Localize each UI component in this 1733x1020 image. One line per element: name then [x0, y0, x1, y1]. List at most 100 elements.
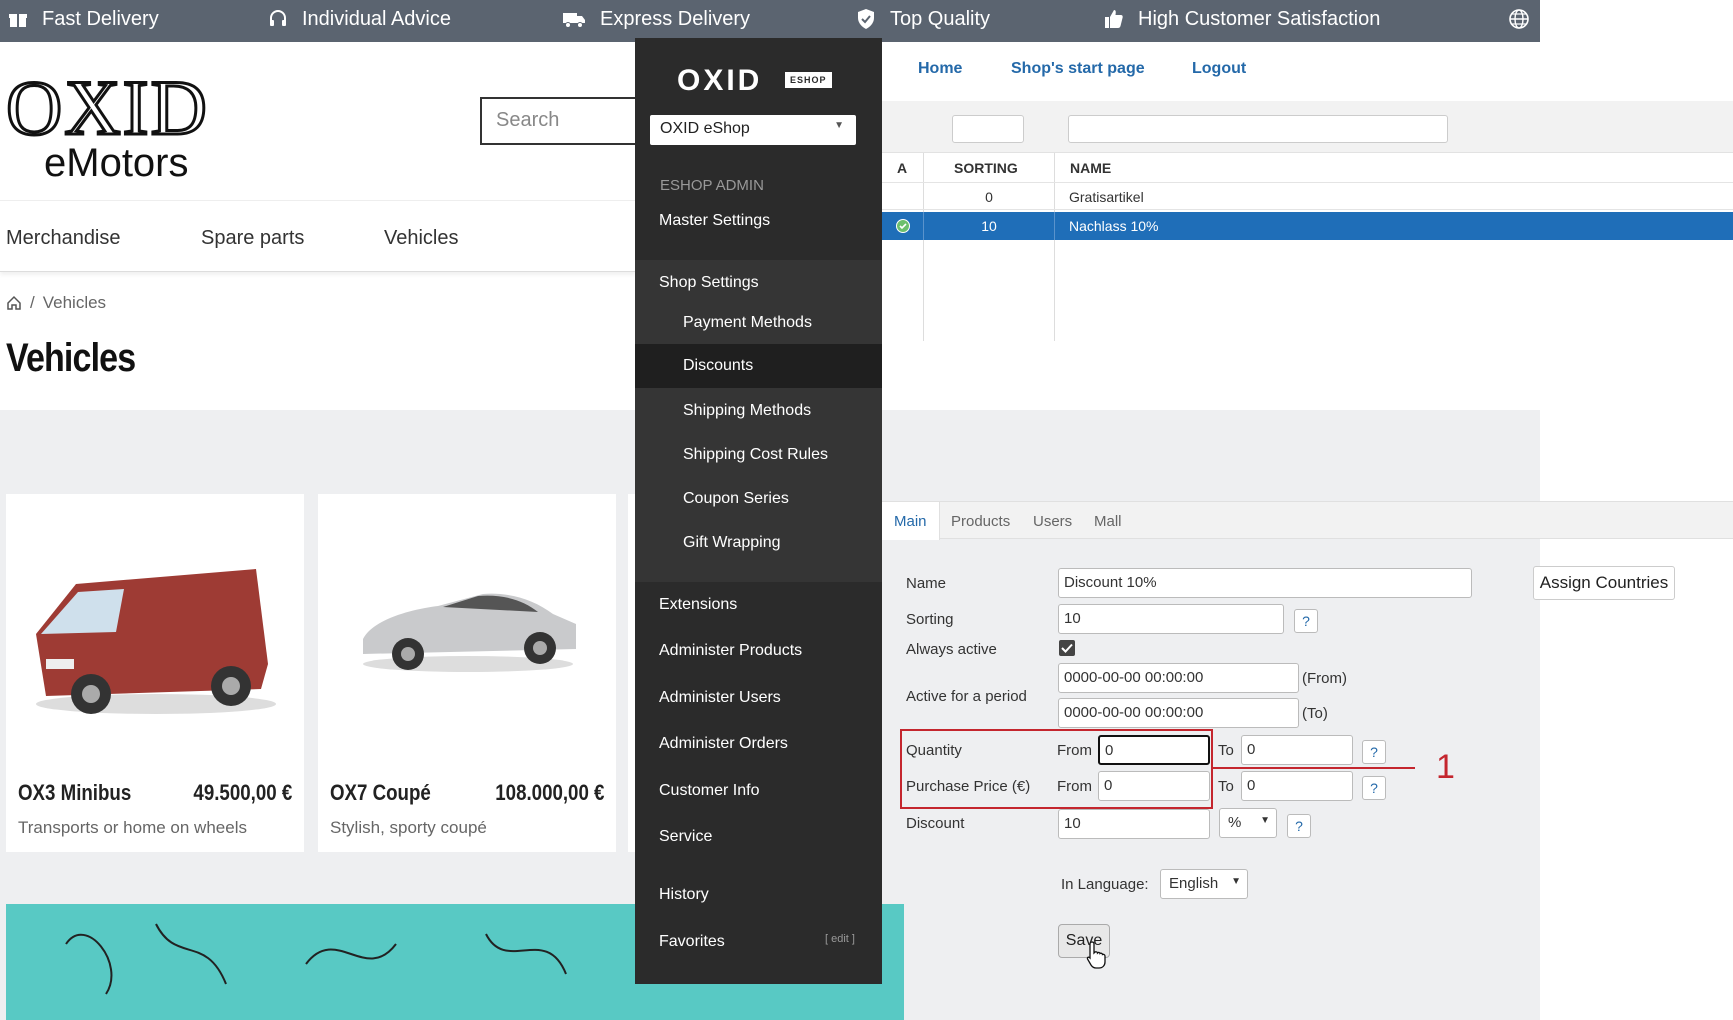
quantity-to-label: To [1218, 742, 1234, 759]
quantity-to-input[interactable]: 0 [1241, 735, 1353, 765]
name-filter-input[interactable] [1068, 115, 1448, 143]
shop-main-nav: Merchandise Spare parts Vehicles [0, 200, 636, 272]
name-input[interactable]: Discount 10% [1058, 568, 1472, 598]
truck-icon [563, 13, 585, 28]
topbar-item-individual-advice: Individual Advice [268, 0, 451, 38]
top-link-logout[interactable]: Logout [1192, 60, 1246, 78]
row-sorting: 10 [981, 218, 997, 234]
period-from-input[interactable]: 0000-00-00 00:00:00 [1058, 663, 1299, 693]
gift-icon [9, 14, 27, 27]
sorting-input[interactable]: 10 [1058, 604, 1284, 634]
home-icon[interactable] [6, 295, 22, 311]
tab-mall[interactable]: Mall [1094, 502, 1122, 540]
breadcrumb-item[interactable]: Vehicles [43, 293, 106, 313]
shop-logo[interactable]: OXID eMotors [5, 63, 266, 186]
row-name[interactable]: Gratisartikel [1069, 183, 1144, 211]
nav-item-merchandise[interactable]: Merchandise [6, 227, 121, 250]
top-link-shop-start-page[interactable]: Shop's start page [1011, 60, 1145, 78]
product-description: Transports or home on wheels [18, 818, 247, 837]
quantity-help-button[interactable]: ? [1362, 740, 1386, 764]
breadcrumb-separator: / [30, 293, 35, 312]
period-to-suffix: (To) [1302, 705, 1328, 722]
product-name[interactable]: OX7 Coupé [330, 780, 431, 806]
chevron-down-icon: ▼ [834, 120, 844, 131]
tab-main[interactable]: Main [882, 502, 940, 540]
column-header-name[interactable]: NAME [1070, 154, 1111, 182]
sidebar-item-administer-orders[interactable]: Administer Orders [635, 721, 882, 767]
assign-countries-button[interactable]: Assign Countries [1533, 566, 1675, 600]
tab-products[interactable]: Products [951, 502, 1010, 540]
hand-pointer-cursor-icon [1086, 941, 1106, 969]
name-label: Name [906, 575, 947, 592]
logo-oxid-text: OXID [6, 64, 209, 151]
product-description: Stylish, sporty coupé [330, 818, 487, 837]
sidebar-item-administer-products[interactable]: Administer Products [635, 628, 882, 674]
product-name[interactable]: OX3 Minibus [18, 780, 131, 806]
top-link-home[interactable]: Home [918, 60, 962, 78]
language-label: In Language: [1061, 876, 1149, 893]
sidebar-item-coupon-series[interactable]: Coupon Series [635, 476, 882, 522]
favorites-edit-link[interactable]: [ edit ] [825, 933, 855, 945]
price-to-input[interactable]: 0 [1241, 771, 1353, 801]
sorting-filter-input[interactable] [952, 115, 1024, 143]
language-select-value: English [1169, 875, 1219, 892]
active-check-icon [896, 212, 910, 240]
period-label: Active for a period [906, 688, 1027, 705]
row-name[interactable]: Nachlass 10% [1069, 212, 1159, 240]
sidebar-item-payment-methods[interactable]: Payment Methods [635, 300, 882, 346]
language-globe[interactable] [1508, 0, 1544, 38]
chevron-down-icon: ▼ [1231, 876, 1241, 887]
language-select[interactable]: English ▼ [1160, 869, 1248, 899]
nav-item-vehicles[interactable]: Vehicles [384, 227, 459, 250]
sidebar-item-master-settings[interactable]: Master Settings [635, 198, 882, 244]
shop-select[interactable]: OXID eShop ▼ [650, 115, 856, 145]
sidebar-item-shipping-methods[interactable]: Shipping Methods [635, 388, 882, 434]
nav-item-spare-parts[interactable]: Spare parts [201, 227, 304, 250]
globe-icon[interactable] [1508, 8, 1530, 30]
logo-emotors-text: eMotors [44, 141, 189, 184]
sidebar-item-discounts[interactable]: Discounts [635, 344, 882, 388]
discount-input[interactable]: 10 [1058, 809, 1210, 839]
chevron-down-icon: ▼ [1260, 815, 1270, 826]
topbar-item-fast-delivery: Fast Delivery [8, 0, 159, 38]
sidebar-item-extensions[interactable]: Extensions [635, 582, 882, 628]
admin-logo: OXID [677, 64, 763, 97]
sidebar-item-customer-info[interactable]: Customer Info [635, 768, 882, 814]
sidebar-item-history[interactable]: History [635, 872, 882, 918]
always-active-checkbox[interactable] [1059, 640, 1075, 656]
discount-unit-select[interactable]: % ▼ [1219, 808, 1277, 838]
sorting-label: Sorting [906, 611, 954, 628]
tab-users[interactable]: Users [1033, 502, 1072, 540]
sidebar-item-administer-users[interactable]: Administer Users [635, 675, 882, 721]
shop-search-input[interactable]: Search [480, 97, 640, 145]
product-price: 108.000,00 € [494, 780, 604, 805]
period-from-suffix: (From) [1302, 670, 1347, 687]
admin-logo-badge: ESHOP [785, 72, 832, 88]
sidebar-item-gift-wrapping[interactable]: Gift Wrapping [635, 520, 882, 566]
sidebar-item-shipping-cost-rules[interactable]: Shipping Cost Rules [635, 432, 882, 478]
column-divider [1054, 212, 1055, 240]
column-header-sorting[interactable]: SORTING [954, 154, 1018, 182]
product-card[interactable]: OX3 Minibus 49.500,00 € Transports or ho… [6, 494, 304, 852]
discount-help-button[interactable]: ? [1287, 814, 1311, 838]
breadcrumb: / Vehicles [6, 293, 106, 313]
admin-top-nav: Home Shop's start page Logout [882, 38, 1733, 101]
highlight-box [900, 729, 1213, 809]
column-header-active[interactable]: A [897, 154, 907, 182]
headset-icon [270, 10, 286, 26]
product-card[interactable]: OX7 Coupé 108.000,00 € Stylish, sporty c… [318, 494, 616, 852]
row-sorting: 0 [985, 189, 993, 205]
period-to-input[interactable]: 0000-00-00 00:00:00 [1058, 698, 1299, 728]
discount-unit-value: % [1228, 814, 1242, 831]
detail-tabs: Main Products Users Mall [882, 501, 1733, 540]
price-help-button[interactable]: ? [1362, 776, 1386, 800]
topbar-item-express-delivery: Express Delivery [562, 0, 750, 38]
sidebar-item-service[interactable]: Service [635, 814, 882, 860]
van-image [36, 569, 276, 714]
shop-select-value: OXID eShop [660, 120, 750, 137]
sorting-help-button[interactable]: ? [1294, 609, 1318, 633]
table-row-selected[interactable]: 10 Nachlass 10% [882, 212, 1733, 240]
column-divider [923, 212, 924, 240]
thumbs-up-icon [1105, 10, 1123, 28]
table-row[interactable]: 0 Gratisartikel [882, 182, 1733, 210]
